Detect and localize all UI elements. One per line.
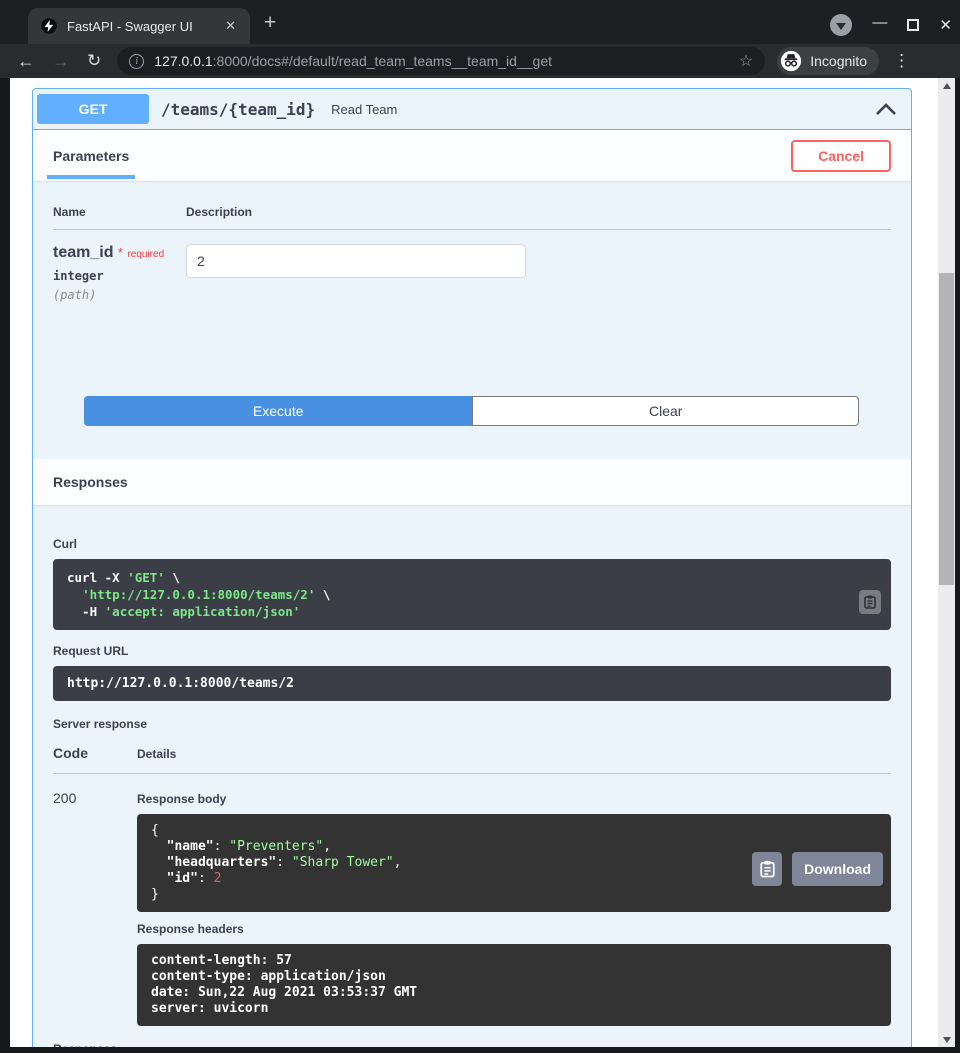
required-asterisk: * xyxy=(118,245,123,260)
responses-title: Responses xyxy=(53,474,128,490)
request-url-block: http://127.0.0.1:8000/teams/2 xyxy=(53,666,891,701)
request-url-value: http://127.0.0.1:8000/teams/2 xyxy=(67,676,294,691)
address-bar[interactable]: i 127.0.0.1:8000/docs#/default/read_team… xyxy=(117,47,765,75)
responses-section: Curl curl -X 'GET' \ 'http://127.0.0.1:8… xyxy=(33,505,911,1047)
parameter-row-team-id: team_id * required integer (path) xyxy=(53,230,891,346)
swagger-page: GET /teams/{team_id} Read Team Parameter… xyxy=(10,78,938,1047)
parameter-type: integer xyxy=(53,269,186,283)
curl-copy-icon[interactable] xyxy=(859,590,881,614)
browser-toolbar: ← → ↻ i 127.0.0.1:8000/docs#/default/rea… xyxy=(0,44,960,78)
opblock-header[interactable]: GET /teams/{team_id} Read Team xyxy=(33,89,911,130)
fastapi-logo-icon xyxy=(40,17,58,35)
code-column-header: Code xyxy=(53,745,137,761)
opblock-get-teams: GET /teams/{team_id} Read Team Parameter… xyxy=(32,88,912,1047)
execute-button[interactable]: Execute xyxy=(84,396,472,426)
endpoint-summary: Read Team xyxy=(331,102,875,117)
close-window-icon[interactable]: ✕ xyxy=(939,16,952,34)
response-copy-icon[interactable] xyxy=(752,852,782,886)
browser-menu-icon[interactable]: ⋮ xyxy=(893,51,910,71)
endpoint-path: /teams/{team_id} xyxy=(161,100,315,119)
browser-tab-strip: FastAPI - Swagger UI ✕ + — ✕ xyxy=(0,0,960,44)
details-column-header: Details xyxy=(137,745,176,761)
download-button[interactable]: Download xyxy=(792,852,883,886)
site-info-icon[interactable]: i xyxy=(129,54,144,69)
url-host: 127.0.0.1 xyxy=(154,53,212,69)
new-tab-icon[interactable]: + xyxy=(264,11,276,35)
collapse-chevron-icon[interactable] xyxy=(875,102,897,116)
maximize-icon[interactable] xyxy=(907,19,919,31)
response-headers-label: Response headers xyxy=(137,922,891,936)
incognito-icon xyxy=(780,50,802,72)
required-label: required xyxy=(127,249,164,260)
response-status-code: 200 xyxy=(53,790,137,1026)
tab-close-icon[interactable]: ✕ xyxy=(223,18,238,34)
reload-icon[interactable]: ↻ xyxy=(87,51,101,71)
forward-icon: → xyxy=(52,51,70,72)
response-body-block: { "name": "Preventers", "headquarters": … xyxy=(137,814,891,912)
curl-label: Curl xyxy=(53,537,891,551)
server-response-row: 200 Response body { "name": "Preventers"… xyxy=(53,774,891,1026)
bookmark-star-icon[interactable]: ☆ xyxy=(739,51,753,71)
responses-section-header: Responses xyxy=(33,459,911,505)
back-icon[interactable]: ← xyxy=(17,51,35,72)
tab-title: FastAPI - Swagger UI xyxy=(67,19,223,34)
cancel-button[interactable]: Cancel xyxy=(791,140,891,172)
column-header-name: Name xyxy=(53,205,186,219)
incognito-label: Incognito xyxy=(810,53,867,69)
parameters-header-band: Parameters Cancel xyxy=(33,130,911,181)
parameter-location: (path) xyxy=(53,288,186,302)
request-url-label: Request URL xyxy=(53,644,891,658)
url-path: :8000/docs#/default/read_team_teams__tea… xyxy=(213,53,552,69)
parameter-name: team_id xyxy=(53,244,113,261)
server-response-label: Server response xyxy=(53,717,891,731)
curl-command-block: curl -X 'GET' \ 'http://127.0.0.1:8000/t… xyxy=(53,559,891,630)
method-badge: GET xyxy=(37,94,149,124)
parameters-table: Name Description team_id * required inte… xyxy=(33,181,911,426)
response-headers-block: content-length: 57content-type: applicat… xyxy=(137,944,891,1026)
url-text[interactable]: 127.0.0.1:8000/docs#/default/read_team_t… xyxy=(154,53,731,69)
scroll-down-icon[interactable] xyxy=(938,1032,955,1047)
minimize-icon[interactable]: — xyxy=(872,14,887,31)
browser-tab[interactable]: FastAPI - Swagger UI ✕ xyxy=(28,8,250,44)
team-id-input[interactable] xyxy=(186,244,526,278)
browser-update-icon[interactable] xyxy=(830,14,852,36)
column-header-description: Description xyxy=(186,205,252,219)
tab-parameters[interactable]: Parameters xyxy=(47,140,135,179)
server-response-table-header: Code Details xyxy=(53,731,891,774)
scrollbar-thumb[interactable] xyxy=(939,273,954,585)
responses-table-title: Responses xyxy=(53,1042,891,1047)
response-body-label: Response body xyxy=(137,792,891,806)
page-scrollbar[interactable] xyxy=(938,78,955,1047)
scroll-up-icon[interactable] xyxy=(938,78,955,93)
incognito-badge: Incognito xyxy=(777,47,879,75)
clear-button[interactable]: Clear xyxy=(472,396,859,426)
